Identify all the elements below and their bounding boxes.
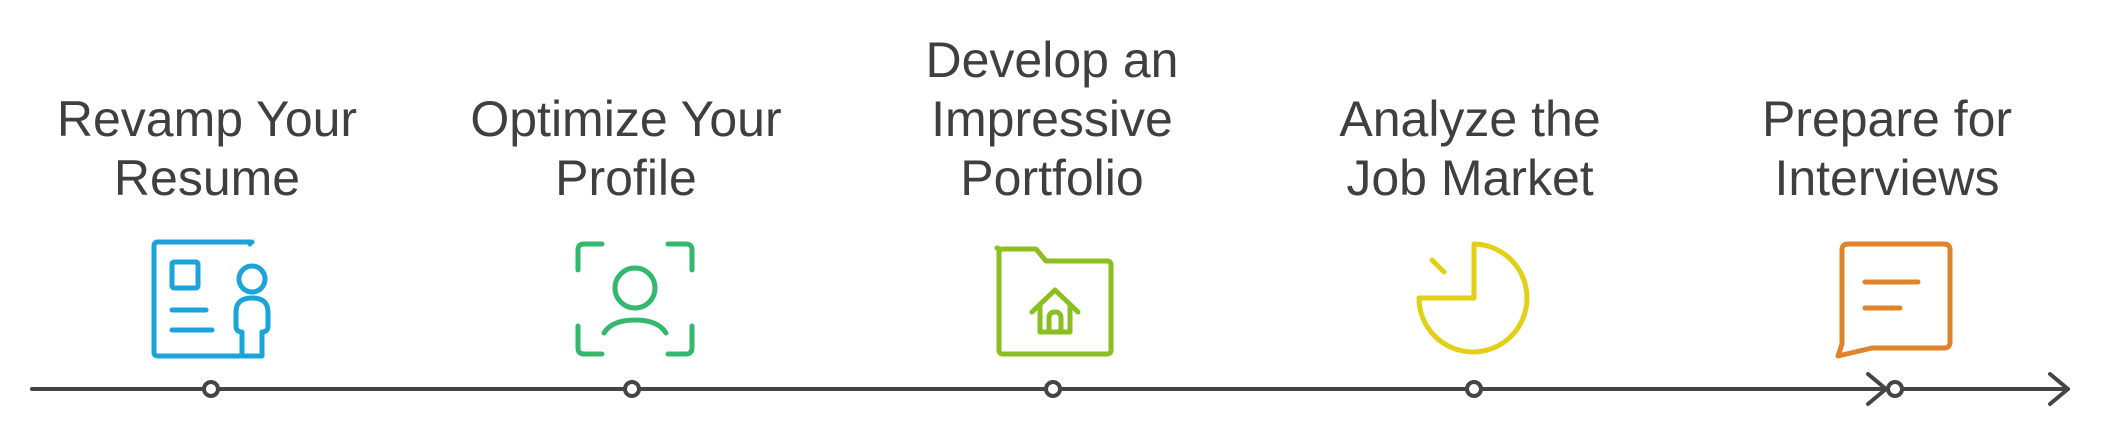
- resume-icon: [151, 239, 271, 359]
- step-5-marker: [1886, 380, 1904, 398]
- step-3-marker: [1044, 380, 1062, 398]
- step-4-marker: [1465, 380, 1483, 398]
- chat-bubble-icon: [1835, 241, 1953, 359]
- portfolio-folder-icon: [994, 245, 1114, 357]
- diagram-art: [30, 239, 2070, 406]
- timeline-diagram: Revamp Your Resume Optimize Your Profile…: [0, 0, 2103, 431]
- pie-chart-icon: [1416, 241, 1530, 355]
- step-2-marker: [623, 380, 641, 398]
- profile-scan-icon: [575, 241, 695, 357]
- step-1-marker: [202, 380, 220, 398]
